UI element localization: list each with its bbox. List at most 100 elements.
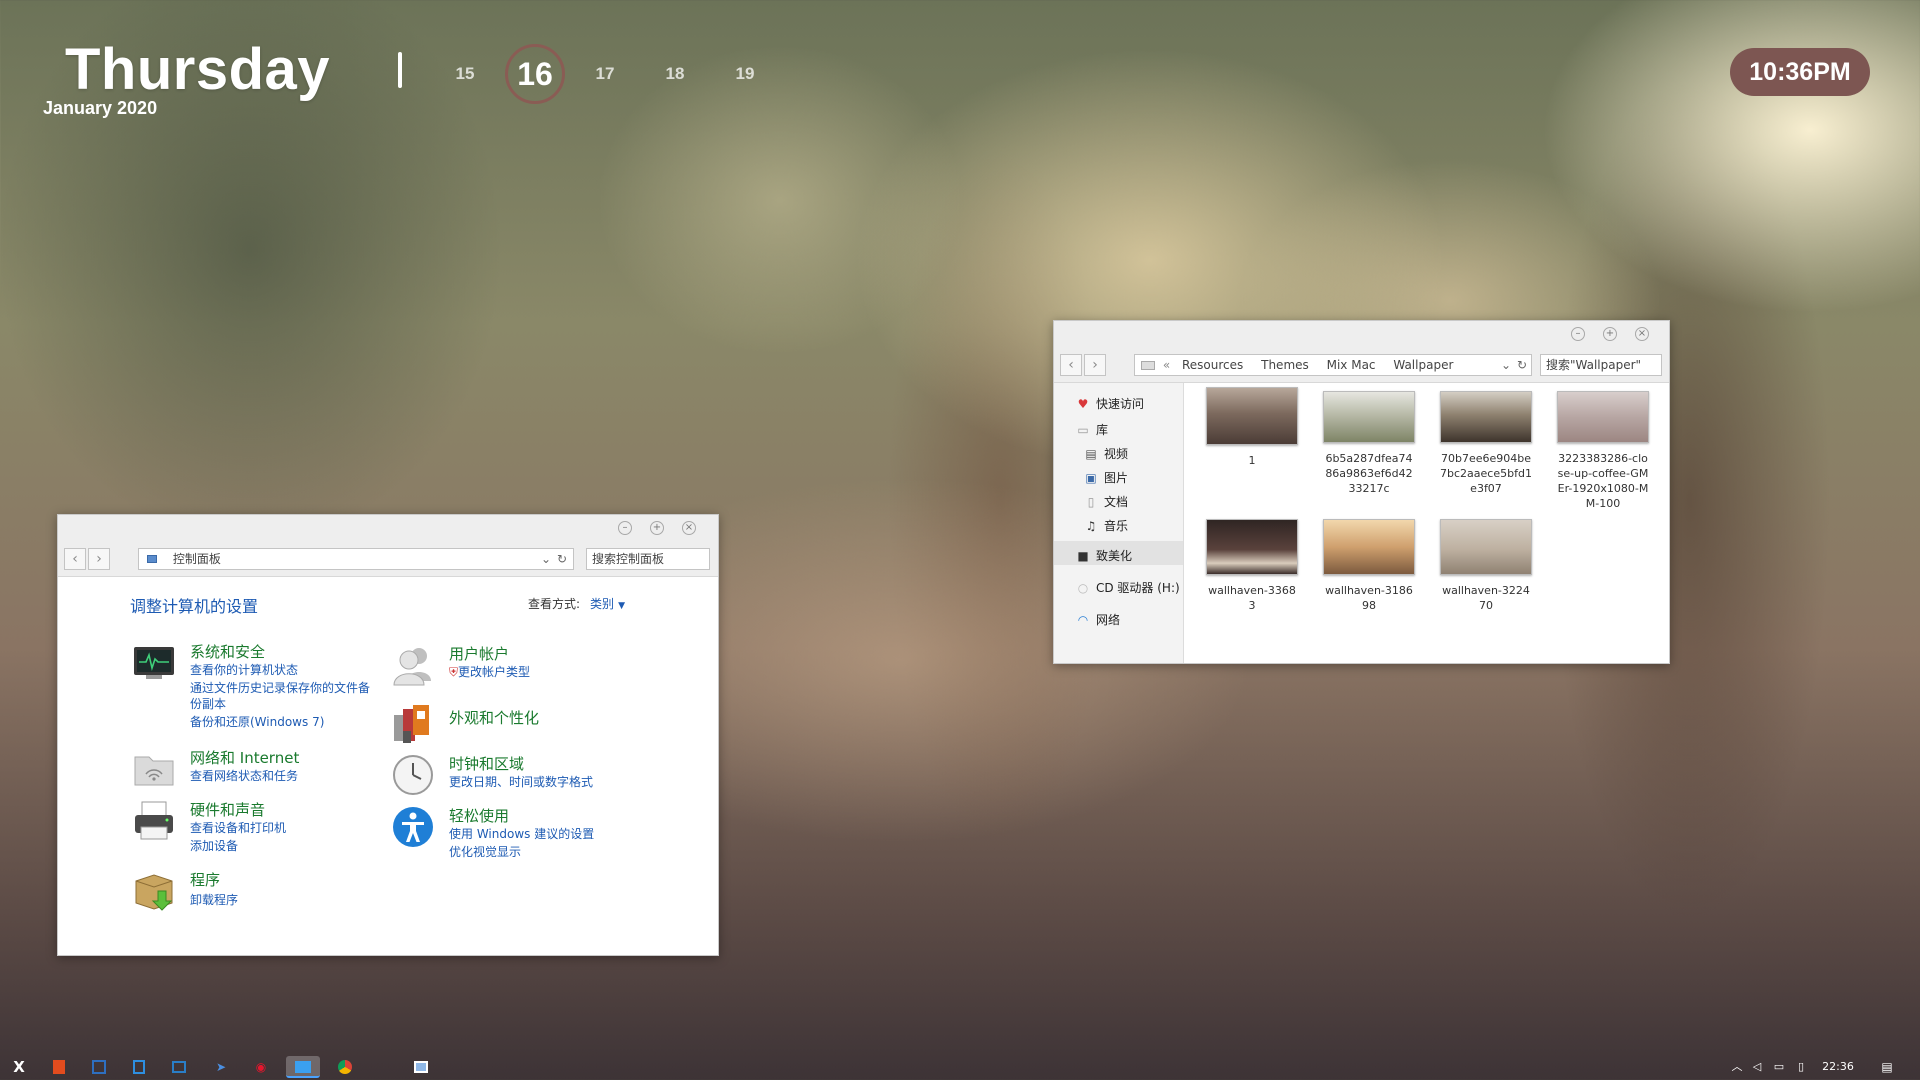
breadcrumb-item[interactable]: Resources [1182, 358, 1243, 372]
maximize-icon[interactable]: + [650, 521, 664, 535]
breadcrumb-overflow-icon[interactable]: « [1163, 358, 1170, 372]
refresh-icon[interactable]: ↻ [557, 549, 567, 569]
office-icon[interactable] [48, 1056, 70, 1078]
file-item[interactable]: 70b7ee6e904be7bc2aaece5bfd1e3f07 [1440, 391, 1532, 496]
photoshop-icon[interactable] [88, 1056, 110, 1078]
file-item[interactable]: wallhaven-33683 [1206, 519, 1298, 613]
sidebar-item-quick-access[interactable]: ♥ 快速访问 [1076, 395, 1144, 412]
disc-icon: ○ [1077, 581, 1089, 595]
sidebar-item-library[interactable]: ▭ 库 [1076, 421, 1108, 438]
breadcrumb-item[interactable]: Themes [1261, 358, 1309, 372]
search-input[interactable]: 搜索控制面板 [586, 548, 710, 570]
cp-item-link[interactable]: 卸载程序 [190, 891, 238, 908]
cp-item-link[interactable]: 份副本 [190, 695, 226, 712]
breadcrumb-item[interactable]: Wallpaper [1393, 358, 1453, 372]
film-icon: ▤ [1085, 447, 1097, 461]
cp-item-title[interactable]: 用户帐户 [449, 643, 509, 664]
month-year-label: January 2020 [43, 98, 158, 118]
forward-button[interactable]: › [88, 548, 110, 570]
cp-item-link[interactable]: 更改日期、时间或数字格式 [449, 773, 593, 790]
network-icon[interactable]: ▭ [1768, 1056, 1790, 1078]
sidebar-item-zhimeihua[interactable]: ■ 致美化 [1076, 547, 1132, 564]
minimize-icon[interactable]: – [1571, 327, 1585, 341]
cp-item-title[interactable]: 轻松使用 [449, 805, 509, 826]
sidebar-item-network[interactable]: ◠ 网络 [1076, 611, 1120, 628]
volume-icon[interactable]: ◁ [1746, 1056, 1768, 1078]
cp-item-title[interactable]: 硬件和声音 [190, 799, 265, 820]
file-item[interactable]: 3223383286-close-up-coffee-GMEr-1920x108… [1557, 391, 1649, 511]
cp-item-link[interactable]: 通过文件历史记录保存你的文件备 [190, 679, 370, 696]
cp-item-link[interactable]: 备份和还原(Windows 7) [190, 713, 324, 730]
refresh-icon[interactable]: ↻ [1517, 355, 1527, 375]
file-item[interactable]: wallhaven-318698 [1323, 519, 1415, 613]
cp-item-link[interactable]: 查看设备和打印机 [190, 819, 286, 836]
file-explorer-icon[interactable] [286, 1056, 320, 1078]
weekday-label: Thursday [65, 37, 331, 102]
back-button[interactable]: ‹ [1060, 354, 1082, 376]
back-button[interactable]: ‹ [64, 548, 86, 570]
heart-icon: ♥ [1077, 397, 1089, 411]
cp-item-title[interactable]: 网络和 Internet [190, 747, 299, 768]
title-bar[interactable]: – + × [58, 515, 718, 543]
sidebar-item-pictures[interactable]: ▣ 图片 [1084, 469, 1128, 486]
monitor-icon: ■ [1077, 549, 1089, 563]
cp-item-title[interactable]: 程序 [190, 869, 220, 890]
file-item[interactable]: 6b5a287dfea7486a9863ef6d4233217c [1323, 391, 1415, 496]
clock-icon [391, 753, 435, 797]
cp-item-link[interactable]: 查看你的计算机状态 [190, 661, 298, 678]
sidebar-item-videos[interactable]: ▤ 视频 [1084, 445, 1128, 462]
breadcrumb[interactable]: « Resources Themes Mix Mac Wallpaper ⌄ ↻ [1134, 354, 1532, 376]
chrome-icon[interactable] [334, 1056, 356, 1078]
notepad-icon[interactable] [128, 1056, 150, 1078]
close-icon[interactable]: × [1635, 327, 1649, 341]
chevron-up-icon[interactable]: ︿ [1726, 1056, 1748, 1078]
minimize-icon[interactable]: – [618, 521, 632, 535]
cp-item-link[interactable]: 查看网络状态和任务 [190, 767, 298, 784]
cp-item-link[interactable]: 使用 Windows 建议的设置 [449, 825, 594, 842]
chevron-down-icon[interactable]: ▼ [618, 601, 625, 611]
sidebar-item-music[interactable]: ♫ 音乐 [1084, 517, 1128, 534]
battery-icon[interactable]: ▯ [1790, 1056, 1812, 1078]
breadcrumb-item[interactable]: Mix Mac [1327, 358, 1376, 372]
taskbar-clock[interactable]: 22:36 [1816, 1056, 1860, 1078]
paper-plane-icon[interactable]: ➤ [210, 1056, 232, 1078]
address-row: ‹ › 控制面板 ⌄ ↻ 搜索控制面板 [58, 543, 718, 577]
view-label: 查看方式: [528, 597, 581, 611]
sidebar-item-documents[interactable]: ▯ 文档 [1084, 493, 1128, 510]
cp-item-link-text[interactable]: 更改帐户类型 [458, 665, 530, 679]
sidebar-item-cd-drive[interactable]: ○ CD 驱动器 (H:) [1076, 579, 1180, 596]
cp-item-title[interactable]: 外观和个性化 [449, 707, 539, 728]
cp-item-title[interactable]: 系统和安全 [190, 641, 265, 662]
file-item[interactable]: 1 [1206, 387, 1298, 468]
close-icon[interactable]: × [682, 521, 696, 535]
library-icon: ▭ [1077, 423, 1089, 437]
page-title: 调整计算机的设置 [130, 597, 259, 616]
time-pill: 10:36PM [1730, 48, 1870, 96]
sidebar-item-label: 快速访问 [1096, 397, 1145, 411]
cp-item-link[interactable]: ⛨更改帐户类型 [449, 663, 530, 680]
printer-icon [132, 799, 176, 843]
search-input[interactable]: 搜索"Wallpaper" [1540, 354, 1662, 376]
weibo-icon[interactable]: ◉ [250, 1056, 272, 1078]
address-bar[interactable]: 控制面板 ⌄ ↻ [138, 548, 574, 570]
system-monitor-icon [132, 641, 176, 685]
window-icon[interactable] [410, 1056, 432, 1078]
title-bar[interactable]: – + × [1054, 321, 1669, 349]
maximize-icon[interactable]: + [1603, 327, 1617, 341]
terminal-icon[interactable] [168, 1056, 190, 1078]
image-thumbnail [1323, 519, 1415, 575]
notification-icon[interactable]: ▤ [1876, 1056, 1898, 1078]
file-item[interactable]: wallhaven-322470 [1440, 519, 1532, 613]
forward-button[interactable]: › [1084, 354, 1106, 376]
view-selector[interactable]: 查看方式: 类别 ▼ [528, 595, 625, 612]
users-icon [391, 643, 435, 687]
cp-item-link[interactable]: 优化视觉显示 [449, 843, 521, 860]
view-value[interactable]: 类别 [590, 597, 614, 611]
dropdown-icon[interactable]: ⌄ [1501, 355, 1511, 375]
cp-item-title[interactable]: 时钟和区域 [449, 753, 524, 774]
dropdown-icon[interactable]: ⌄ [541, 549, 551, 569]
image-thumbnail [1440, 519, 1532, 575]
clock-divider [398, 52, 402, 88]
start-button[interactable]: X [8, 1056, 30, 1078]
cp-item-link[interactable]: 添加设备 [190, 837, 238, 854]
